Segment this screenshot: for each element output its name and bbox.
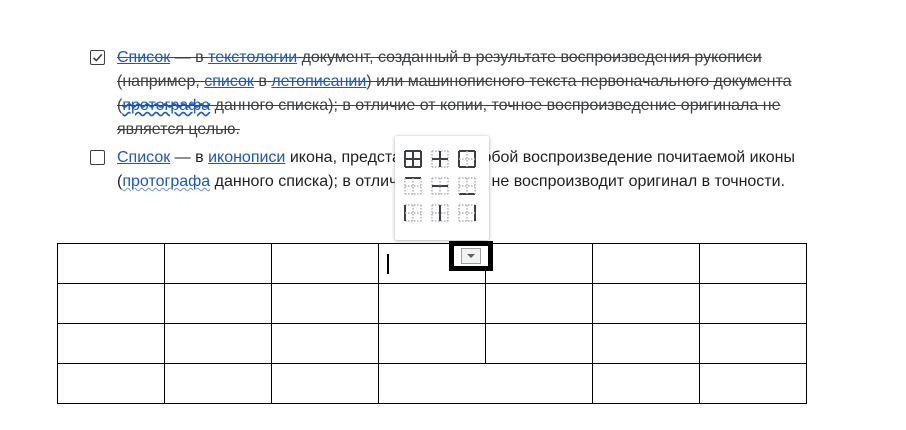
table-row: [57, 243, 807, 284]
text-link[interactable]: текстологии: [208, 49, 297, 66]
table-cell[interactable]: [378, 323, 486, 364]
table-cell[interactable]: [592, 363, 700, 404]
right-border-icon[interactable]: [456, 202, 478, 224]
table-cell[interactable]: [592, 283, 700, 324]
text-link[interactable]: иконописи: [208, 149, 285, 166]
table-cell[interactable]: [271, 323, 379, 364]
table-cell[interactable]: [699, 363, 807, 404]
table-cell[interactable]: [592, 323, 700, 364]
checklist-item-text: Список — в текстологии документ, созданн…: [117, 46, 797, 142]
table-cell[interactable]: [57, 363, 165, 404]
text-link[interactable]: протографа: [122, 97, 210, 114]
text-cursor: [387, 254, 389, 274]
table-cell[interactable]: [57, 283, 165, 324]
checkbox-unchecked[interactable]: [90, 150, 105, 165]
text-link[interactable]: Список: [117, 49, 170, 66]
table-cell[interactable]: [699, 283, 807, 324]
table-cell[interactable]: [164, 243, 272, 284]
checkmark-icon: [92, 53, 103, 62]
text-link[interactable]: протографа: [122, 173, 210, 190]
table-cell[interactable]: [485, 323, 593, 364]
checklist-item-1: Список — в текстологии документ, созданн…: [90, 46, 810, 142]
table-cell[interactable]: [271, 283, 379, 324]
text-run: данного списка); в отличие от копии, не …: [210, 173, 786, 190]
table-cell[interactable]: [271, 363, 379, 404]
table-cell[interactable]: [57, 243, 165, 284]
left-border-icon[interactable]: [402, 202, 424, 224]
text-run: — в: [170, 149, 209, 166]
table-border-menu: [395, 136, 489, 240]
table-cell[interactable]: [592, 243, 700, 284]
table-cell[interactable]: [271, 243, 379, 284]
table-cell[interactable]: [164, 323, 272, 364]
top-border-icon[interactable]: [402, 175, 424, 197]
horizontal-inner-border-icon[interactable]: [429, 175, 451, 197]
text-link[interactable]: летописании: [271, 73, 366, 90]
table-cell[interactable]: [164, 363, 272, 404]
table-cell-menu-button[interactable]: [449, 241, 493, 271]
table-cell[interactable]: [485, 243, 593, 284]
table-cell[interactable]: [164, 283, 272, 324]
table-row: [57, 363, 807, 404]
text-run: — в: [170, 49, 209, 66]
table-cell[interactable]: [378, 283, 486, 324]
text-run: данного списка); в отличие от копии, точ…: [117, 97, 781, 138]
inner-borders-icon[interactable]: [429, 148, 451, 170]
text-link[interactable]: Список: [117, 149, 170, 166]
table-cell[interactable]: [485, 283, 593, 324]
table-row: [57, 283, 807, 324]
table-row: [57, 323, 807, 364]
bottom-border-icon[interactable]: [456, 175, 478, 197]
vertical-inner-border-icon[interactable]: [429, 202, 451, 224]
table-cell[interactable]: [699, 323, 807, 364]
table-cell[interactable]: [699, 243, 807, 284]
document-table: [57, 243, 807, 404]
text-run: в: [253, 73, 272, 90]
dropdown-arrow-icon: [461, 248, 481, 264]
text-link[interactable]: список: [204, 73, 254, 90]
checkbox-checked[interactable]: [90, 50, 105, 65]
all-borders-icon[interactable]: [402, 148, 424, 170]
table-cell[interactable]: [57, 323, 165, 364]
table-cell[interactable]: [378, 363, 593, 404]
outer-borders-icon[interactable]: [456, 148, 478, 170]
